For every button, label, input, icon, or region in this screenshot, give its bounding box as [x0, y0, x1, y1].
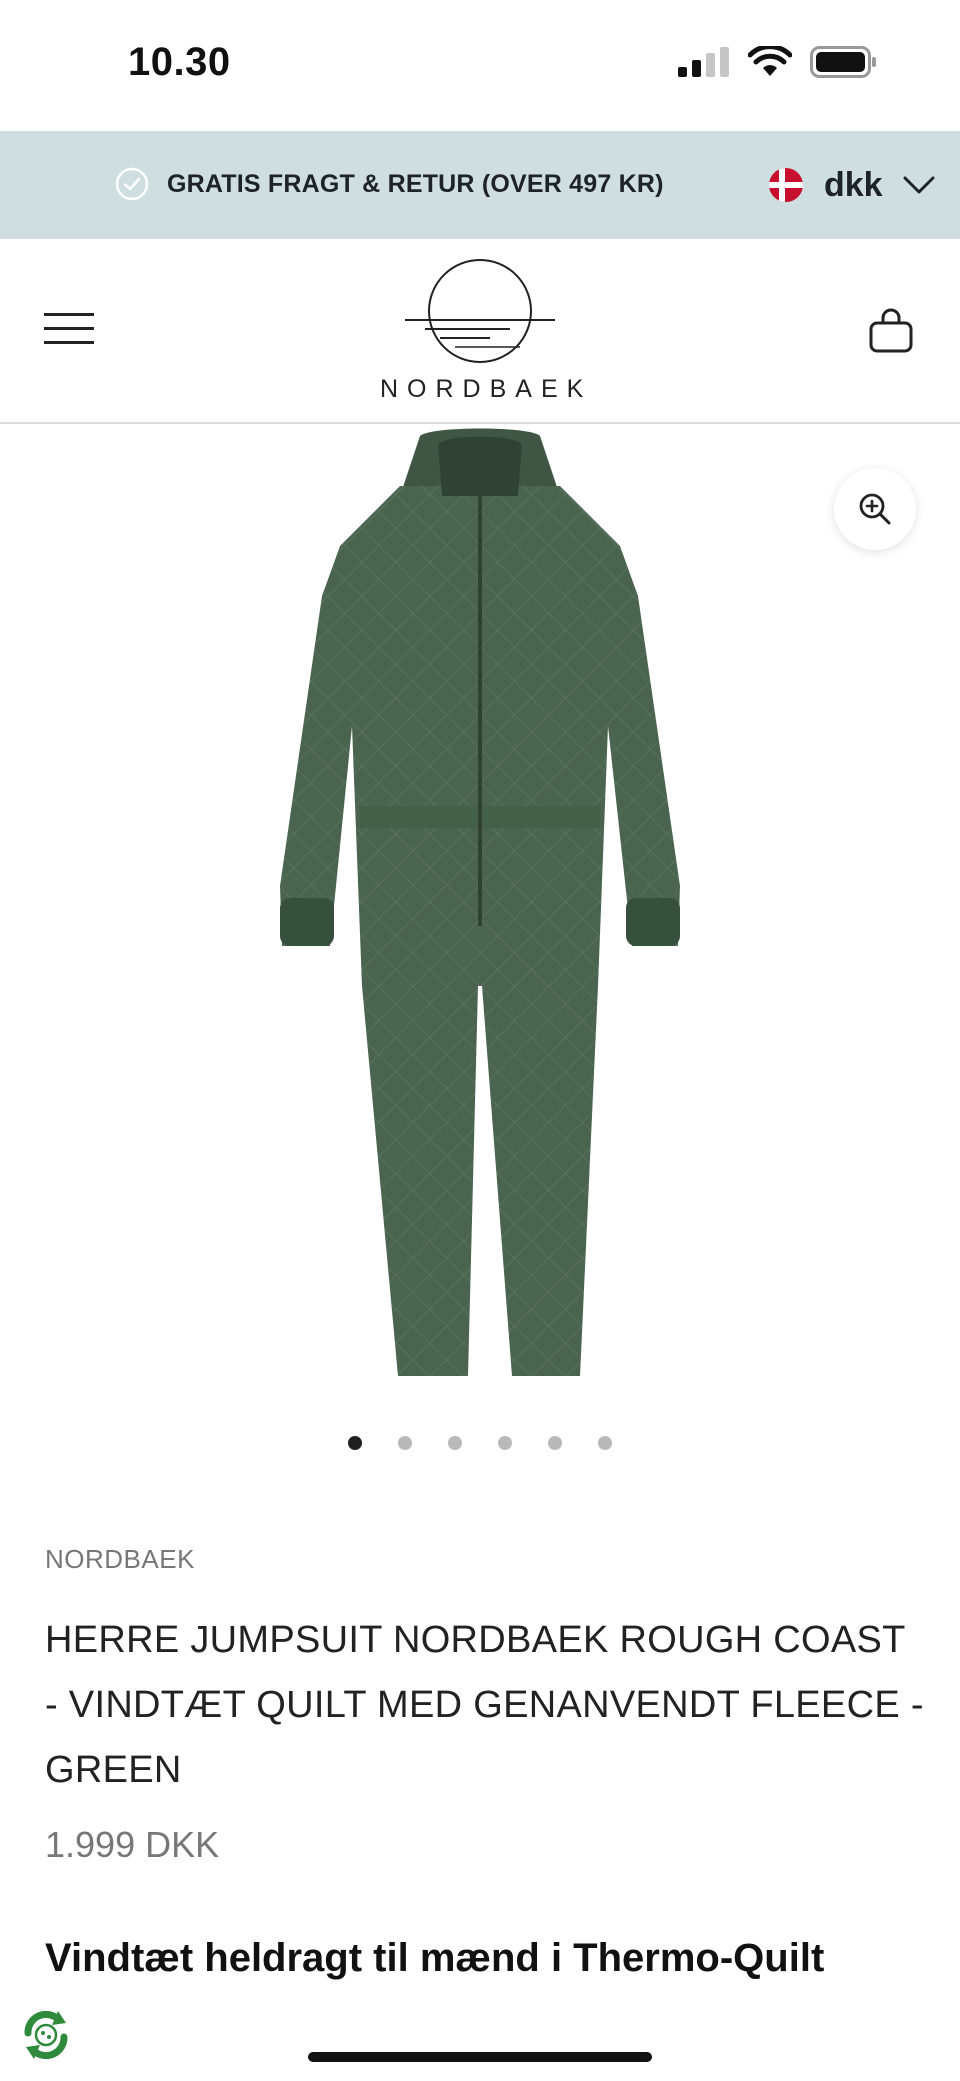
check-circle-icon [115, 167, 149, 201]
product-title: HERRE JUMPSUIT NORDBAEK ROUGH COAST - VI… [45, 1619, 924, 1791]
gallery-dot[interactable] [548, 1436, 562, 1450]
gallery-dot[interactable] [448, 1436, 462, 1450]
denmark-flag-icon [769, 168, 803, 202]
zoom-in-icon [859, 493, 891, 525]
site-header: NORDBAEK [0, 239, 960, 424]
status-icons [678, 46, 878, 78]
gallery-dot[interactable] [348, 1436, 362, 1450]
status-bar: 10.30 [0, 0, 960, 131]
gallery-dot[interactable] [598, 1436, 612, 1450]
product-vendor[interactable]: NORDBAEK [45, 1544, 195, 1575]
home-indicator[interactable] [308, 2052, 652, 2062]
promo-bar: GRATIS FRAGT & RETUR (OVER 497 KR) dkk [0, 131, 960, 239]
logo-text: NORDBAEK [380, 375, 593, 403]
product-image-jumpsuit[interactable] [260, 426, 700, 1386]
signal-icon [678, 47, 729, 77]
promo-text: GRATIS FRAGT & RETUR (OVER 497 KR) [167, 170, 664, 198]
logo-mark-icon [405, 259, 555, 363]
product-gallery[interactable] [0, 424, 960, 1450]
recycle-badge-icon[interactable] [14, 2003, 78, 2067]
gallery-dot[interactable] [498, 1436, 512, 1450]
currency-label: dkk [824, 165, 883, 204]
gallery-pagination [0, 1436, 960, 1450]
chevron-down-icon [903, 176, 935, 194]
battery-icon [810, 46, 876, 78]
product-price: 1.999 DKK [45, 1824, 220, 1865]
description-heading: Vindtæt heldragt til mænd i Thermo-Quilt [45, 1936, 825, 1980]
currency-selector[interactable]: dkk [768, 159, 935, 211]
zoom-button[interactable] [834, 468, 916, 550]
hamburger-menu-icon[interactable] [44, 311, 94, 347]
logo[interactable]: NORDBAEK [380, 257, 593, 407]
gallery-dot[interactable] [398, 1436, 412, 1450]
wifi-icon [748, 46, 792, 76]
shopping-bag-icon[interactable] [866, 305, 916, 355]
status-time: 10.30 [128, 40, 231, 84]
